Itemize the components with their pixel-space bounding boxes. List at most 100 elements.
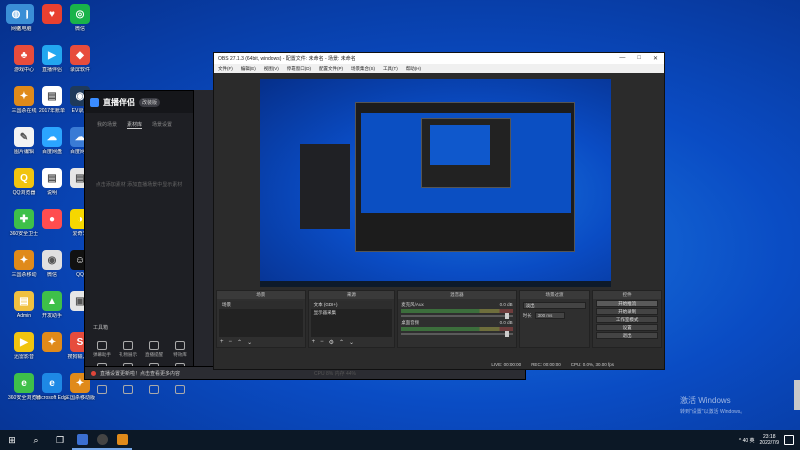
studio-mode-button[interactable]: 工作室模式 — [596, 316, 658, 323]
close-icon[interactable]: ✕ — [653, 55, 658, 62]
obs-menu-item[interactable]: 工具(T) — [383, 66, 398, 72]
app-icon: ▤ — [42, 168, 62, 188]
settings-button[interactable]: 设置 — [596, 324, 658, 331]
taskbar-app-streamer[interactable] — [112, 430, 132, 450]
desktop-icon[interactable]: ◎ 微信 — [64, 4, 96, 32]
notice-dot-icon — [91, 370, 96, 376]
side-handle[interactable] — [794, 380, 800, 410]
remove-icon[interactable]: − — [320, 339, 324, 346]
streamer-app-icon — [116, 433, 128, 445]
app-icon: ◍ — [6, 4, 26, 24]
add-icon[interactable]: + — [312, 339, 316, 346]
scenes-controls: + − ⌃ ⌄ — [220, 339, 252, 346]
desktop-icon-label: 微信 — [74, 26, 85, 32]
desktop-icon[interactable]: ◆ 录屏软件 — [64, 45, 96, 73]
obs-statusbar: LIVE: 00:00:00 REC: 00:00:00 CPU: 0.0%, … — [214, 360, 664, 369]
clock[interactable]: 23:18 2022/7/9 — [760, 434, 779, 446]
desktop-icon-label: 说明 — [46, 190, 57, 196]
app-icon: ♣ — [14, 45, 34, 65]
toolbox-item[interactable]: 特效库 — [167, 341, 193, 358]
scene-item[interactable]: 场景 — [219, 301, 303, 309]
tray-indicators[interactable]: ^ 40 英 — [739, 437, 755, 444]
streamer-badge[interactable]: 改装版 — [139, 97, 161, 107]
tab-scene-settings[interactable]: 场景设置 — [152, 121, 172, 129]
app-icon: ✎ — [14, 127, 34, 147]
toolbox-item[interactable]: 弹幕助手 — [89, 341, 115, 358]
gear-icon[interactable]: ⚙ — [329, 339, 334, 346]
volume-slider[interactable] — [401, 313, 513, 319]
preview-nested-canvas — [361, 113, 571, 213]
mixer-channel-mic: 麦克风/Aux 0.0 dB — [401, 302, 513, 319]
minimize-icon[interactable]: — — [619, 55, 625, 62]
obs-title-text: OBS 27.1.3 (64bit, windows) - 配置文件: 未命名 … — [218, 56, 356, 62]
controls-dock-header: 控件 — [593, 291, 661, 299]
obs-menu-item[interactable]: 停靠窗口(D) — [287, 66, 311, 72]
exit-button[interactable]: 退出 — [596, 332, 658, 339]
task-view-icon[interactable]: ❐ — [48, 430, 72, 450]
toolbox-item[interactable] — [141, 385, 167, 396]
move-up-icon[interactable]: ⌃ — [237, 339, 242, 346]
obs-menu-item[interactable]: 配置文件(P) — [319, 66, 343, 72]
notification-icon[interactable] — [784, 435, 794, 445]
tab-assets[interactable]: 素材库 — [127, 121, 143, 129]
obs-titlebar[interactable]: OBS 27.1.3 (64bit, windows) - 配置文件: 未命名 … — [214, 53, 664, 64]
duration-input[interactable]: 300 ms — [534, 312, 565, 319]
tool-icon — [175, 385, 185, 394]
app-icon: ✦ — [42, 332, 62, 352]
volume-meter — [401, 309, 513, 313]
preview-nested-obs — [355, 102, 575, 252]
desktop-icon[interactable]: ◍ 网络 — [0, 4, 32, 32]
system-tray: ^ 40 英 23:18 2022/7/9 — [739, 434, 800, 446]
toolbox-item[interactable]: 直播提醒 — [141, 341, 167, 358]
add-icon[interactable]: + — [220, 339, 224, 346]
app-icon: ● — [42, 209, 62, 229]
move-up-icon[interactable]: ⌃ — [339, 339, 344, 346]
obs-menu-item[interactable]: 帮助(H) — [406, 66, 421, 72]
notice-text[interactable]: 直播设置更新啦！点击查看更多内容 — [100, 370, 180, 377]
toolbox-item[interactable]: 礼物展示 — [115, 341, 141, 358]
obs-menu-item[interactable]: 编辑(E) — [241, 66, 256, 72]
move-down-icon[interactable]: ⌄ — [349, 339, 354, 346]
remove-icon[interactable]: − — [229, 339, 233, 346]
windows-app-icon — [76, 433, 88, 445]
taskbar-app-obs[interactable] — [72, 430, 92, 450]
app-icon: ♥ — [42, 4, 62, 24]
channel-level: 0.0 dB — [499, 320, 513, 325]
source-item[interactable]: 文本 (GDI+) — [310, 301, 393, 309]
tool-icon — [149, 385, 159, 394]
mixer-dock-header: 混音器 — [398, 291, 516, 299]
volume-slider[interactable] — [401, 331, 513, 337]
activation-title: 激活 Windows — [680, 396, 731, 405]
app-icon: ▤ — [42, 86, 62, 106]
toolbox-item[interactable] — [115, 385, 141, 396]
source-item[interactable]: 显示器采集 — [311, 309, 393, 317]
app-icon: ✚ — [14, 209, 34, 229]
start-recording-button[interactable]: 开始录制 — [596, 308, 658, 315]
app-icon: ◆ — [70, 45, 90, 65]
toolbox-item[interactable] — [89, 385, 115, 396]
obs-menu-item[interactable]: 视图(V) — [264, 66, 279, 72]
preview-nested-canvas-2 — [430, 125, 490, 165]
scenes-list: 场景 — [219, 301, 303, 337]
obs-menu-item[interactable]: 场景集合(S) — [351, 66, 375, 72]
obs-menu-item[interactable]: 文件(F) — [218, 66, 233, 72]
preview-taskbar — [260, 281, 611, 287]
toolbox-item[interactable] — [167, 385, 193, 396]
tool-label: 礼物展示 — [119, 352, 137, 357]
tab-my-scene[interactable]: 我的场景 — [97, 121, 117, 129]
taskbar: ⊞ ⌕ ❐ ^ 40 英 23:18 2022/7/9 — [0, 430, 800, 450]
obs-menubar: 文件(F) 编辑(E) 视图(V) 停靠窗口(D) 配置文件(P) 场景集合(S) 工具(T… — [214, 64, 664, 73]
controls-dock: 控件 开始推流 开始录制 工作室模式 设置 退出 — [592, 290, 662, 348]
search-icon[interactable]: ⌕ — [24, 430, 48, 450]
start-icon[interactable]: ⊞ — [0, 430, 24, 450]
obs-dock-row: 场景 场景 + − ⌃ ⌄ 来源 文本 (GDI+) 显示器采集 + − ⚙ ⌃ — [214, 290, 664, 348]
sources-dock-header: 来源 — [308, 291, 395, 299]
start-streaming-button[interactable]: 开始推流 — [596, 300, 658, 307]
clock-date: 2022/7/9 — [759, 440, 779, 446]
desktop-icon-label: 迅雷影音 — [13, 354, 34, 360]
taskbar-app-obs-studio[interactable] — [92, 430, 112, 450]
preview-canvas[interactable] — [260, 79, 611, 287]
maximize-icon[interactable]: □ — [637, 55, 641, 62]
move-down-icon[interactable]: ⌄ — [247, 339, 252, 346]
transition-select[interactable]: 淡出 — [522, 302, 587, 309]
